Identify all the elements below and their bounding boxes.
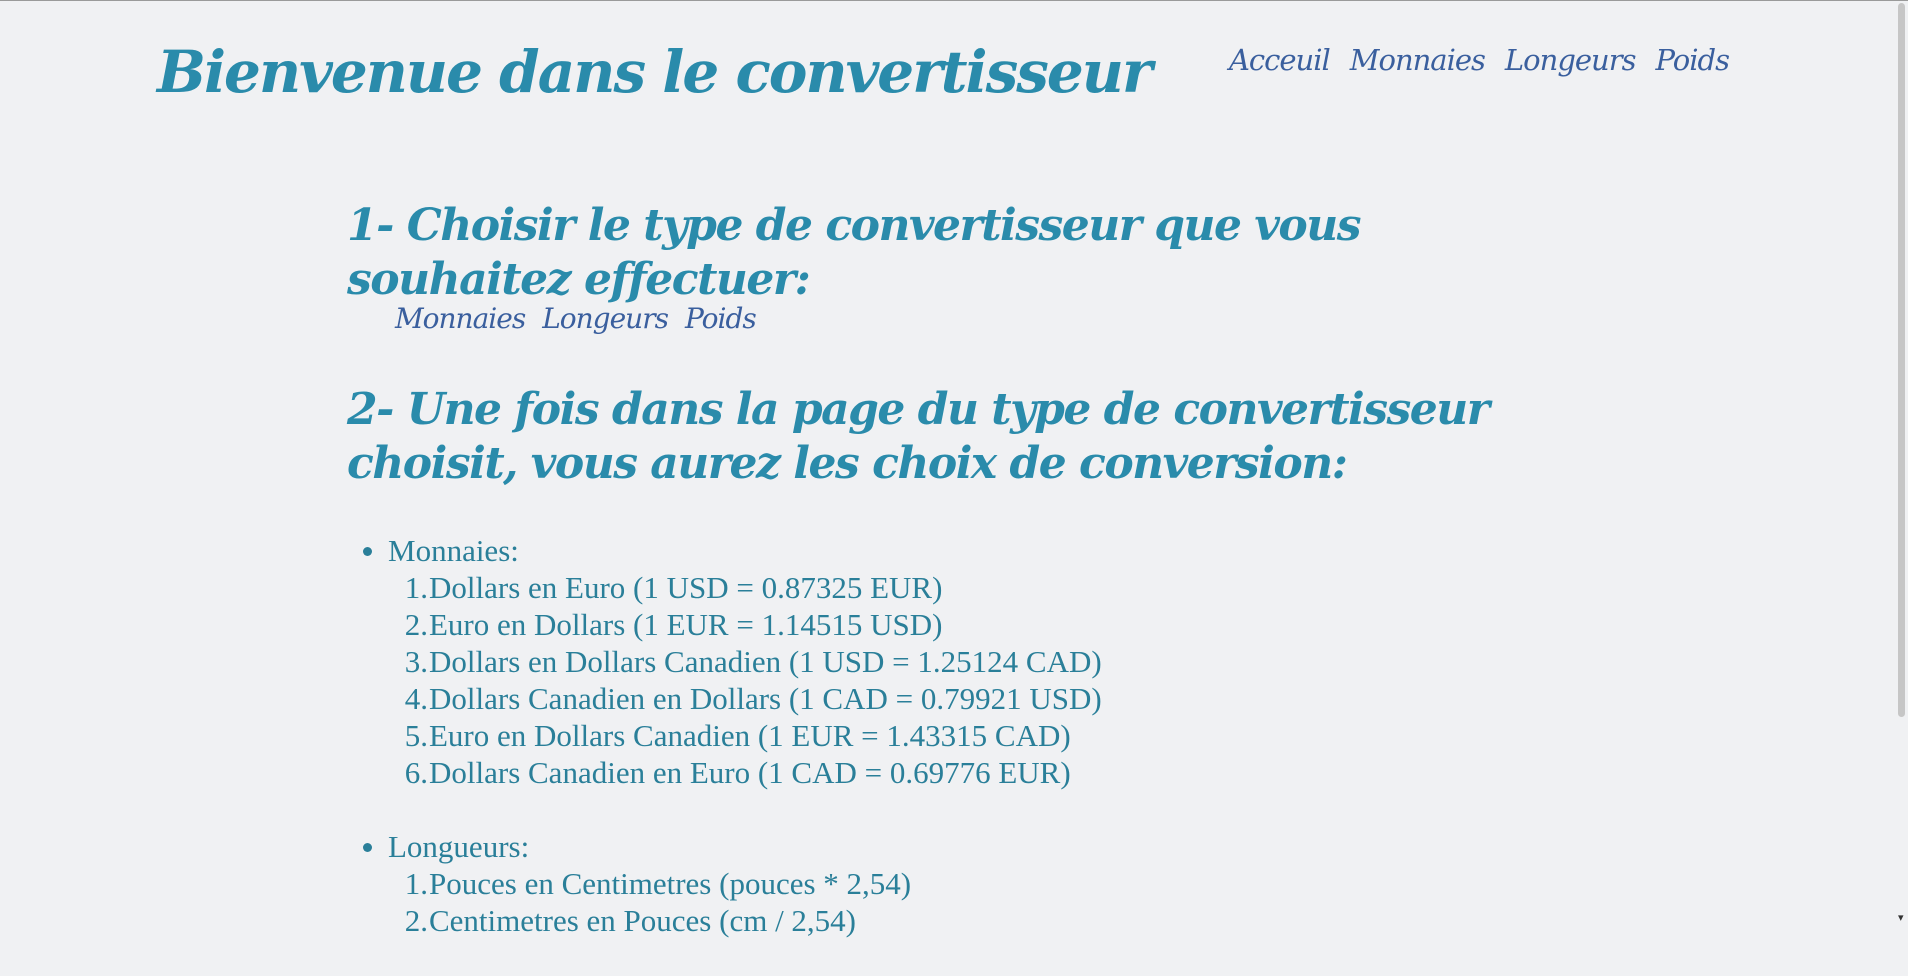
bullet-dot xyxy=(363,843,372,852)
item-text: Euro en Dollars (1 EUR = 1.14515 USD) xyxy=(429,607,943,642)
step2-section: 2- Une fois dans la page du type de conv… xyxy=(347,383,1507,491)
nav-link-longeurs[interactable]: Longeurs xyxy=(1505,38,1637,82)
conversion-item: 1. Dollars en Euro (1 USD = 0.87325 EUR) xyxy=(388,569,1102,606)
item-number: 1. xyxy=(404,866,428,901)
conversion-item: 2. Centimetres en Pouces (cm / 2,54) xyxy=(388,902,1102,939)
item-number: 3. xyxy=(404,644,428,679)
conversion-categories: Monnaies: 1. Dollars en Euro (1 USD = 0.8… xyxy=(347,532,1102,976)
category-longueurs: Longueurs: 1. Pouces en Centimetres (pouc… xyxy=(347,828,1102,939)
step2-heading: 2- Une fois dans la page du type de conv… xyxy=(347,384,1490,489)
nav-link-poids[interactable]: Poids xyxy=(1655,38,1730,82)
item-text: Dollars en Euro (1 USD = 0.87325 EUR) xyxy=(429,570,943,605)
item-text: Centimetres en Pouces (cm / 2,54) xyxy=(429,903,857,938)
conversion-item: 3. Dollars en Dollars Canadien (1 USD = 1… xyxy=(388,643,1102,680)
item-number: 2. xyxy=(404,903,428,938)
conversion-list: 1. Dollars en Euro (1 USD = 0.87325 EUR) … xyxy=(388,569,1102,791)
step1-heading: 1- Choisir le type de convertisseur que … xyxy=(347,200,1362,305)
conversion-item: 1. Pouces en Centimetres (pouces * 2,54) xyxy=(388,865,1102,902)
category-label: Longueurs: xyxy=(388,829,530,864)
nav-link-monnaies[interactable]: Monnaies xyxy=(1350,38,1486,82)
conversion-item: 4. Dollars Canadien en Dollars (1 CAD = 0… xyxy=(388,680,1102,717)
conversion-item: 6. Dollars Canadien en Euro (1 CAD = 0.69… xyxy=(388,754,1102,791)
item-number: 5. xyxy=(404,718,428,753)
converter-link-longeurs[interactable]: Longeurs xyxy=(542,299,669,339)
item-text: Dollars Canadien en Dollars (1 CAD = 0.7… xyxy=(429,681,1102,716)
conversion-item: 2. Euro en Dollars (1 EUR = 1.14515 USD) xyxy=(388,606,1102,643)
item-number: 4. xyxy=(404,681,428,716)
converter-link-monnaies[interactable]: Monnaies xyxy=(395,299,526,339)
step1-section: 1- Choisir le type de convertisseur que … xyxy=(347,199,1507,307)
conversion-list: 1. Pouces en Centimetres (pouces * 2,54) … xyxy=(388,865,1102,939)
bullet-dot xyxy=(363,547,372,556)
category-label: Monnaies: xyxy=(388,533,519,568)
item-number: 6. xyxy=(404,755,428,790)
vertical-scrollbar[interactable]: ▾ xyxy=(1896,1,1908,926)
scrollbar-thumb[interactable] xyxy=(1898,3,1905,717)
converter-link-poids[interactable]: Poids xyxy=(685,299,757,339)
item-text: Pouces en Centimetres (pouces * 2,54) xyxy=(429,866,912,901)
conversion-item: 5. Euro en Dollars Canadien (1 EUR = 1.43… xyxy=(388,717,1102,754)
converter-type-links: Monnaies Longeurs Poids xyxy=(395,299,757,339)
nav-link-acceuil[interactable]: Acceuil xyxy=(1229,38,1331,82)
item-number: 1. xyxy=(404,570,428,605)
category-monnaies: Monnaies: 1. Dollars en Euro (1 USD = 0.8… xyxy=(347,532,1102,791)
item-text: Dollars Canadien en Euro (1 CAD = 0.6977… xyxy=(429,755,1071,790)
main-nav: Acceuil Monnaies Longeurs Poids xyxy=(1229,38,1730,82)
item-number: 2. xyxy=(404,607,428,642)
chevron-down-icon[interactable]: ▾ xyxy=(1898,913,1904,924)
item-text: Dollars en Dollars Canadien (1 USD = 1.2… xyxy=(429,644,1102,679)
window-top-border xyxy=(0,0,1908,1)
item-text: Euro en Dollars Canadien (1 EUR = 1.4331… xyxy=(429,718,1071,753)
page-title: Bienvenue dans le convertisseur xyxy=(157,38,1153,106)
